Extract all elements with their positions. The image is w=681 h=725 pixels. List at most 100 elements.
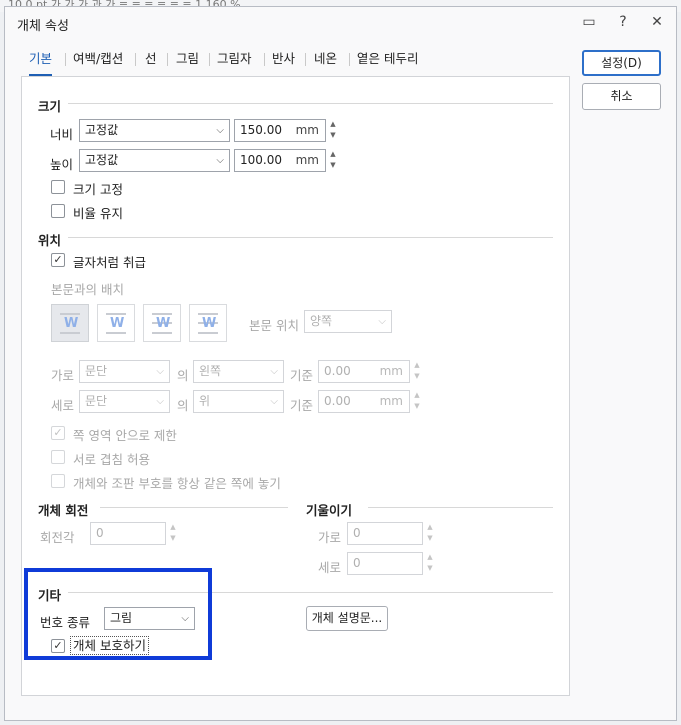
tab-separator: [349, 53, 350, 66]
tab-margin-caption[interactable]: 여백/캡션: [73, 48, 123, 76]
close-icon[interactable]: ✕: [646, 11, 668, 33]
spin-down-icon[interactable]: ▼: [411, 401, 423, 412]
vertical-offset-spinner[interactable]: ▲ ▼: [411, 390, 423, 413]
horizontal-align-value: 왼쪽: [199, 364, 222, 378]
treat-as-char-label: 글자처럼 취급: [73, 255, 146, 270]
wrap-square-button[interactable]: W: [51, 304, 89, 342]
line-glyph: [152, 332, 172, 334]
spin-up-icon[interactable]: ▲: [411, 390, 423, 401]
height-value-field[interactable]: 100.00 mm: [234, 149, 326, 172]
rotation-angle-spinner[interactable]: ▲ ▼: [167, 522, 179, 545]
horizontal-offset-spinner[interactable]: ▲ ▼: [411, 360, 423, 383]
divider: [68, 237, 553, 238]
allow-overlap-label: 서로 겹침 허용: [73, 452, 150, 467]
help-icon[interactable]: ?: [612, 11, 634, 33]
tab-picture[interactable]: 그림: [176, 48, 199, 76]
ok-button[interactable]: 설정(D): [582, 50, 661, 76]
basis-label: 기준: [290, 398, 314, 413]
of-label: 의: [177, 398, 189, 413]
wrap-behind-text-button[interactable]: W: [143, 304, 181, 342]
chevron-down-icon: ⌵: [156, 396, 164, 407]
height-spinner[interactable]: ▲ ▼: [327, 149, 339, 172]
width-mode-select[interactable]: 고정값 ⌵: [79, 119, 230, 142]
spin-up-icon[interactable]: ▲: [327, 149, 339, 160]
dialog-title: 개체 속성: [17, 19, 69, 34]
basis-label: 기준: [290, 368, 314, 383]
rotation-angle-field[interactable]: 0: [90, 522, 166, 545]
wrap-in-front-button[interactable]: W: [189, 304, 227, 342]
horizontal-ref-value: 문단: [85, 364, 108, 378]
spin-up-icon[interactable]: ▲: [424, 552, 436, 563]
skew-vertical-label: 세로: [318, 560, 342, 575]
width-value-field[interactable]: 150.00 mm: [234, 119, 326, 142]
rotation-section-header: 개체 회전: [38, 503, 89, 518]
body-position-select[interactable]: 양쪽 ⌵: [304, 310, 392, 333]
tab-basic[interactable]: 기본: [29, 48, 53, 76]
object-description-button[interactable]: 개체 설명문...: [306, 606, 388, 631]
spin-up-icon[interactable]: ▲: [167, 522, 179, 533]
position-section-header: 위치: [38, 233, 62, 248]
horizontal-offset-field[interactable]: 0.00 mm: [318, 360, 410, 383]
caption-icon[interactable]: ▭: [578, 11, 600, 33]
divider: [100, 507, 288, 508]
spin-up-icon[interactable]: ▲: [424, 522, 436, 533]
unit-label: mm: [295, 123, 319, 137]
annotation-highlight-box: [24, 568, 212, 660]
unit-label: mm: [379, 364, 403, 378]
unit-label: mm: [379, 394, 403, 408]
tab-shadow[interactable]: 그림자: [217, 48, 252, 76]
width-mode-value: 고정값: [85, 123, 119, 137]
height-mode-select[interactable]: 고정값 ⌵: [79, 149, 230, 172]
keep-ratio-checkbox[interactable]: [51, 204, 65, 218]
width-spinner[interactable]: ▲ ▼: [327, 119, 339, 142]
horizontal-align-select[interactable]: 왼쪽 ⌵: [193, 360, 284, 383]
vertical-label: 세로: [51, 398, 75, 413]
wrap-in-front-icon: W: [202, 316, 217, 331]
keep-ratio-label: 비율 유지: [73, 206, 123, 221]
spin-up-icon[interactable]: ▲: [327, 119, 339, 130]
spin-down-icon[interactable]: ▼: [167, 533, 179, 544]
chevron-down-icon: ⌵: [156, 366, 164, 377]
skew-horizontal-spinner[interactable]: ▲ ▼: [424, 522, 436, 545]
cancel-button[interactable]: 취소: [582, 83, 661, 110]
tab-reflection[interactable]: 반사: [272, 48, 295, 76]
skew-vertical-spinner[interactable]: ▲ ▼: [424, 552, 436, 575]
divider: [68, 103, 553, 104]
tab-soft-edge[interactable]: 옅은 테두리: [357, 48, 418, 76]
lock-size-checkbox[interactable]: [51, 180, 65, 194]
wrap-square-icon: W: [64, 316, 79, 331]
treat-as-char-checkbox[interactable]: ✓: [51, 253, 65, 267]
spin-down-icon[interactable]: ▼: [327, 130, 339, 141]
same-page-checkbox[interactable]: [51, 474, 65, 488]
wrap-top-bottom-button[interactable]: W: [97, 304, 135, 342]
chevron-down-icon: ⌵: [378, 316, 386, 327]
wrap-top-bottom-icon: W: [110, 316, 125, 331]
tab-neon[interactable]: 네온: [314, 48, 337, 76]
spin-down-icon[interactable]: ▼: [411, 371, 423, 382]
spin-down-icon[interactable]: ▼: [424, 533, 436, 544]
tab-separator: [209, 53, 210, 66]
spin-down-icon[interactable]: ▼: [327, 160, 339, 171]
skew-horizontal-label: 가로: [318, 530, 342, 545]
skew-vertical-field[interactable]: 0: [347, 552, 423, 575]
vertical-align-select[interactable]: 위 ⌵: [193, 390, 284, 413]
limit-in-page-checkbox[interactable]: ✓: [51, 426, 65, 440]
allow-overlap-checkbox[interactable]: [51, 450, 65, 464]
body-position-value: 양쪽: [310, 314, 333, 328]
line-glyph: [60, 313, 80, 315]
vertical-offset-field[interactable]: 0.00 mm: [318, 390, 410, 413]
spin-down-icon[interactable]: ▼: [424, 563, 436, 574]
horizontal-ref-select[interactable]: 문단 ⌵: [79, 360, 170, 383]
spin-up-icon[interactable]: ▲: [411, 360, 423, 371]
skew-horizontal-field[interactable]: 0: [347, 522, 423, 545]
vertical-align-value: 위: [199, 394, 211, 408]
tab-separator: [167, 53, 168, 66]
wrap-label: 본문과의 배치: [51, 282, 124, 297]
line-glyph: [152, 313, 172, 315]
unit-label: mm: [295, 153, 319, 167]
width-value: 150.00: [240, 123, 282, 137]
line-glyph: [198, 313, 218, 315]
tab-line[interactable]: 선: [145, 48, 157, 76]
vertical-ref-select[interactable]: 문단 ⌵: [79, 390, 170, 413]
of-label: 의: [177, 368, 189, 383]
